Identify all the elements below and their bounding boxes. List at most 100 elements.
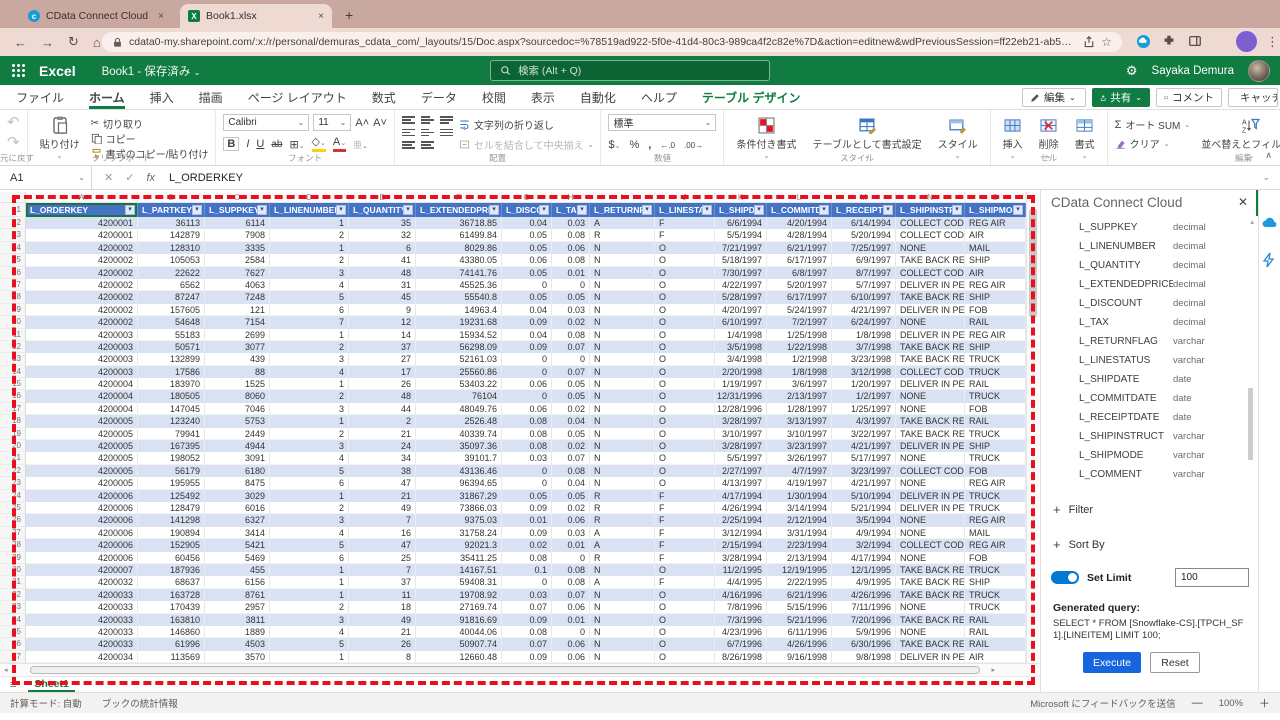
cell[interactable]: 1/25/1998 [767, 329, 832, 341]
scroll-left-icon[interactable]: ◂ [4, 666, 8, 674]
cell[interactable]: 3/28/1997 [715, 415, 767, 427]
cell[interactable]: 0.01 [552, 614, 590, 626]
scroll-down-icon[interactable]: ▾ [1027, 653, 1040, 661]
cell[interactable]: N [590, 440, 655, 452]
cell[interactable]: 4/21/1997 [832, 304, 896, 316]
field-row-l_commitdate[interactable]: L_COMMITDATEdate [1041, 389, 1251, 408]
cell[interactable]: 4200005 [26, 477, 138, 489]
cell[interactable]: 4944 [205, 440, 270, 452]
cell[interactable]: N [590, 279, 655, 291]
cell[interactable]: 9375.03 [416, 514, 502, 526]
cell[interactable]: A [590, 539, 655, 551]
cell[interactable]: 44 [349, 403, 416, 415]
cell[interactable]: 0.03 [502, 452, 552, 464]
fx-icon[interactable]: fx [146, 172, 155, 184]
cell[interactable]: 50571 [138, 341, 205, 353]
cell[interactable]: 21 [349, 428, 416, 440]
cell[interactable]: 5/15/1996 [767, 601, 832, 613]
cell[interactable]: 49 [349, 614, 416, 626]
cell[interactable]: 6156 [205, 576, 270, 588]
cell[interactable]: 17586 [138, 366, 205, 378]
cell[interactable]: 0.02 [552, 440, 590, 452]
undo-icon[interactable]: ↶ [7, 114, 20, 132]
cell[interactable]: N [590, 254, 655, 266]
filter-dropdown-icon[interactable]: ▾ [642, 205, 652, 215]
cell[interactable]: 38 [349, 465, 416, 477]
cell[interactable]: 47 [349, 477, 416, 489]
cell[interactable]: 0.07 [552, 452, 590, 464]
filter-dropdown-icon[interactable]: ▾ [192, 205, 202, 215]
cell[interactable]: O [655, 477, 715, 489]
cell[interactable]: N [590, 267, 655, 279]
cell[interactable]: 6180 [205, 465, 270, 477]
cell[interactable]: 0.07 [502, 638, 552, 650]
cell[interactable]: 6/17/1997 [767, 291, 832, 303]
cell[interactable]: RAIL [965, 626, 1026, 638]
cell[interactable]: TAKE BACK RETURN [896, 564, 965, 576]
underline-button[interactable]: U [256, 138, 264, 150]
cell[interactable]: 3/7/1998 [832, 341, 896, 353]
cell[interactable]: N [590, 390, 655, 402]
filter-dropdown-icon[interactable]: ▾ [257, 205, 267, 215]
cell[interactable]: 4/4/1995 [715, 576, 767, 588]
cell[interactable]: 7/11/1996 [832, 601, 896, 613]
cell[interactable]: COLLECT COD [896, 366, 965, 378]
cell[interactable]: REG AIR [965, 217, 1026, 229]
row-number[interactable]: 20 [0, 440, 26, 452]
cell[interactable]: 1/25/1997 [832, 403, 896, 415]
cell[interactable]: N [590, 366, 655, 378]
cell[interactable]: 92021.3 [416, 539, 502, 551]
cell[interactable]: 14963.4 [416, 304, 502, 316]
cell[interactable]: DELIVER IN PERSON [896, 440, 965, 452]
cell[interactable]: 455 [205, 564, 270, 576]
increase-indent-icon[interactable] [421, 141, 434, 149]
cell[interactable]: TAKE BACK RETURN [896, 638, 965, 650]
cell[interactable]: 0.05 [552, 428, 590, 440]
cell[interactable]: 27 [349, 353, 416, 365]
cell[interactable]: 4200005 [26, 440, 138, 452]
cell[interactable]: 0.07 [502, 601, 552, 613]
menu-tab[interactable]: データ [421, 85, 457, 109]
cell[interactable]: 59408.31 [416, 576, 502, 588]
cell[interactable]: NONE [896, 527, 965, 539]
cell[interactable]: 9/8/1998 [832, 651, 896, 663]
cell[interactable]: REG AIR [965, 477, 1026, 489]
cell[interactable]: 4/13/1997 [715, 477, 767, 489]
cell[interactable]: 36113 [138, 217, 205, 229]
cell[interactable]: 7046 [205, 403, 270, 415]
column-letter[interactable]: M [832, 192, 896, 202]
filter-dropdown-icon[interactable]: ▾ [1013, 205, 1023, 215]
cell[interactable]: N [590, 242, 655, 254]
cell[interactable]: 5 [270, 539, 349, 551]
cell[interactable]: 0.08 [552, 465, 590, 477]
row-number[interactable]: 2 [0, 217, 26, 229]
cancel-icon[interactable]: ✕ [104, 171, 113, 184]
cell[interactable]: 123240 [138, 415, 205, 427]
cell[interactable]: 31 [349, 279, 416, 291]
cell[interactable]: 3 [270, 514, 349, 526]
cell[interactable]: 35097.36 [416, 440, 502, 452]
cell[interactable]: O [655, 465, 715, 477]
cell[interactable]: TRUCK [965, 353, 1026, 365]
cell[interactable]: N [590, 477, 655, 489]
cell[interactable]: O [655, 452, 715, 464]
cell[interactable]: 167395 [138, 440, 205, 452]
cell[interactable]: N [590, 291, 655, 303]
cell[interactable]: 141298 [138, 514, 205, 526]
row-number[interactable]: 25 [0, 502, 26, 514]
vertical-scroll-thumb[interactable] [1029, 208, 1037, 318]
cell[interactable]: 0.01 [552, 267, 590, 279]
cell[interactable]: 0.05 [502, 490, 552, 502]
grow-font-icon[interactable]: A˄ [355, 117, 369, 129]
cell[interactable]: 3077 [205, 341, 270, 353]
cell[interactable]: 22622 [138, 267, 205, 279]
cell[interactable]: 2/15/1994 [715, 539, 767, 551]
cell[interactable]: COLLECT COD [896, 217, 965, 229]
cell[interactable]: 0.05 [552, 390, 590, 402]
cell[interactable]: 4200033 [26, 638, 138, 650]
cell[interactable]: 0.02 [552, 316, 590, 328]
filter-dropdown-icon[interactable]: ▾ [952, 205, 962, 215]
extensions-puzzle-icon[interactable] [1162, 34, 1176, 48]
cell[interactable]: 87247 [138, 291, 205, 303]
cell[interactable]: 4200006 [26, 527, 138, 539]
